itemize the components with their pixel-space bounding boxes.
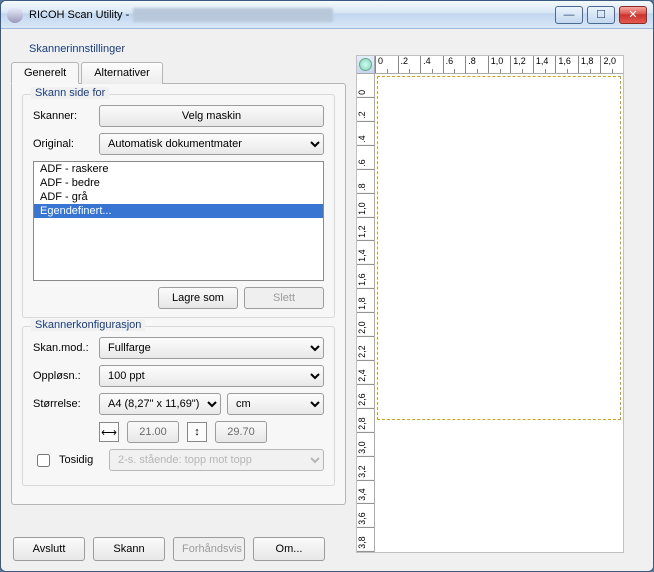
ruler-tick: 2,2 [357,337,374,361]
list-item[interactable]: ADF - bedre [34,176,323,190]
tab-pane-general: Skann side for Skanner: Velg maskin Orig… [11,83,346,505]
title-obscured [133,8,333,22]
ruler-tick: 3,0 [357,433,374,457]
size-label: Størrelse: [33,398,93,410]
ruler-tick: 3,2 [357,457,374,481]
ruler-tick: .2 [357,98,374,122]
list-item[interactable]: ADF - grå [34,190,323,204]
scan-side-group: Skann side for Skanner: Velg maskin Orig… [22,94,335,318]
width-icon: ⟷ [99,422,119,442]
ruler-tick: 1,0 [488,56,511,73]
tab-alternatives[interactable]: Alternativer [81,62,163,84]
duplex-checkbox[interactable] [37,454,50,467]
ruler-tick: .6 [443,56,466,73]
ruler-tick: 1,6 [357,265,374,289]
ruler-tick: 2,8 [357,409,374,433]
ruler-tick: 1,8 [357,289,374,313]
ruler-vertical: 0.2.4.6.81,01,21,41,61,82,02,22,42,62,83… [357,74,375,552]
ruler-tick: .4 [420,56,443,73]
duplex-mode-select: 2-s. stående: topp mot topp [109,449,324,471]
titlebar[interactable]: RICOH Scan Utility - — ☐ ✕ [1,1,653,29]
ruler-tick: 1,0 [357,194,374,218]
scanner-config-group: Skannerkonfigurasjon Skan.mod.: Fullfarg… [22,326,335,486]
app-window: RICOH Scan Utility - — ☐ ✕ Skannerinnsti… [0,0,654,572]
preview-button[interactable]: Forhåndsvis [173,537,245,561]
scanner-config-legend: Skannerkonfigurasjon [31,319,145,331]
ruler-tick: 2,0 [600,56,623,73]
ruler-tick: 3,4 [357,480,374,504]
ruler-corner[interactable] [357,56,375,74]
size-select[interactable]: A4 (8,27" x 11,69") [99,393,221,415]
ruler-tick: 0 [375,56,398,73]
page-outline[interactable] [377,76,621,420]
width-field [127,421,179,443]
window-title: RICOH Scan Utility - [29,9,129,21]
ruler-tick: .2 [398,56,421,73]
ruler-tick: 3,8 [357,528,374,552]
maximize-button[interactable]: ☐ [587,6,615,24]
original-select[interactable]: Automatisk dokumentmater [99,133,324,155]
duplex-label: Tosidig [59,454,103,466]
scan-button[interactable]: Skann [93,537,165,561]
mode-label: Skan.mod.: [33,342,93,354]
original-label: Original: [33,138,93,150]
app-icon [7,7,23,23]
ruler-tick: 1,4 [357,241,374,265]
unit-select[interactable]: cm [227,393,324,415]
delete-button[interactable]: Slett [244,287,324,309]
left-panel: Skannerinnstillinger Generelt Alternativ… [11,37,346,563]
select-machine-button[interactable]: Velg maskin [99,105,324,127]
ruler-tick: 1,8 [578,56,601,73]
ruler-tick: .8 [465,56,488,73]
resolution-label: Oppløsn.: [33,370,93,382]
ruler-tick: 2,6 [357,385,374,409]
about-button[interactable]: Om... [253,537,325,561]
quit-button[interactable]: Avslutt [13,537,85,561]
scanner-label: Skanner: [33,110,93,122]
ruler-tick: 3,6 [357,504,374,528]
close-button[interactable]: ✕ [619,6,647,24]
tab-strip: Generelt Alternativer [11,61,346,83]
client-area: Skannerinnstillinger Generelt Alternativ… [1,29,653,571]
preset-listbox[interactable]: ADF - raskere ADF - bedre ADF - grå Egen… [33,161,324,281]
height-icon: ↕ [187,422,207,442]
scan-side-legend: Skann side for [31,87,109,99]
ruler-tick: 2,0 [357,313,374,337]
save-as-button[interactable]: Lagre som [158,287,238,309]
list-item[interactable]: ADF - raskere [34,162,323,176]
preview-canvas[interactable] [377,76,619,548]
footer-buttons: Avslutt Skann Forhåndsvis Om... [13,537,325,561]
ruler-tick: .4 [357,122,374,146]
ruler-tick: 1,2 [357,217,374,241]
ruler-tick: 2,4 [357,361,374,385]
height-field [215,421,267,443]
minimize-button[interactable]: — [555,6,583,24]
ruler-tick: 1,2 [510,56,533,73]
ruler-tick: 1,4 [533,56,556,73]
ruler-tick: .8 [357,170,374,194]
ruler-tick: .6 [357,146,374,170]
ruler-tick: 1,6 [555,56,578,73]
preview-panel: 0.2.4.6.81,01,21,41,61,82,0 0.2.4.6.81,0… [356,55,624,553]
mode-select[interactable]: Fullfarge [99,337,324,359]
settings-label: Skannerinnstillinger [29,43,125,55]
ruler-horizontal: 0.2.4.6.81,01,21,41,61,82,0 [375,56,623,74]
tab-general[interactable]: Generelt [11,62,79,84]
list-item[interactable]: Egendefinert... [34,204,323,218]
ruler-tick: 0 [357,74,374,98]
resolution-select[interactable]: 100 ppt [99,365,324,387]
